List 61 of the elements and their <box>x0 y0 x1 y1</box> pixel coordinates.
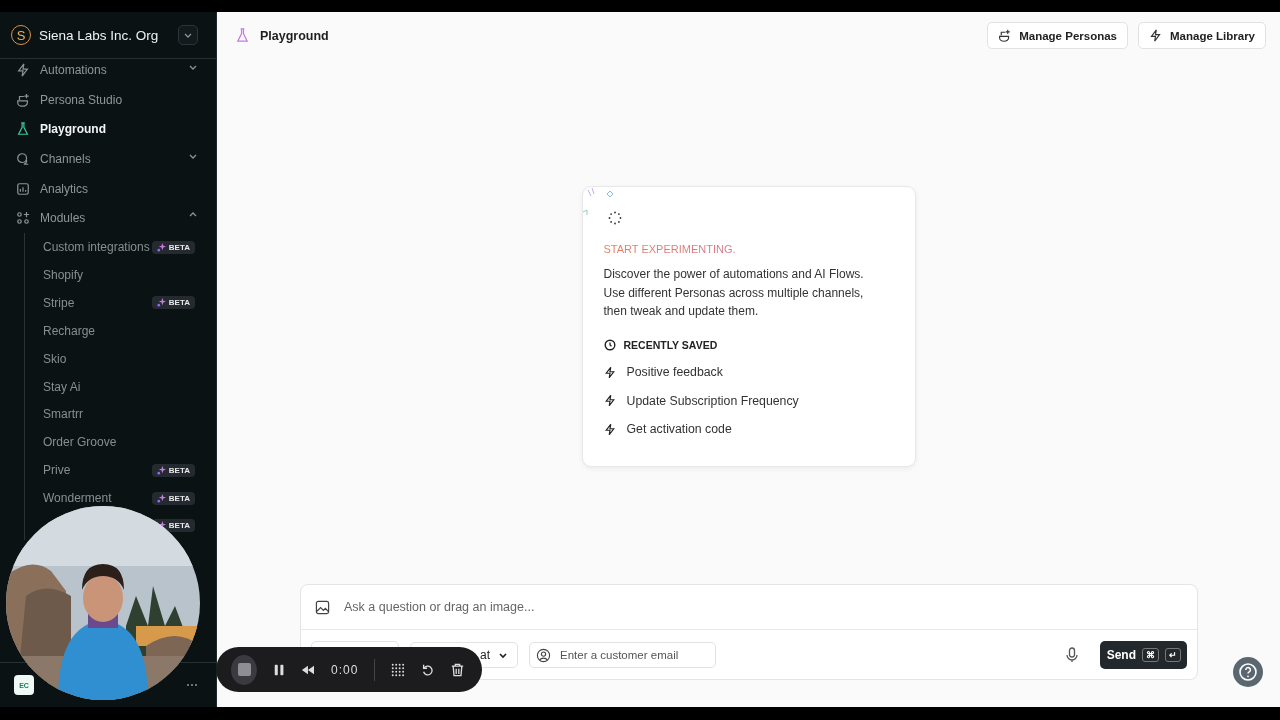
trash-icon[interactable] <box>451 661 464 678</box>
nav-subitem[interactable]: Prive BETA <box>25 456 216 485</box>
chat-icon <box>16 151 30 166</box>
org-name: Siena Labs Inc. Org <box>39 27 160 43</box>
manage-library-button[interactable]: Manage Library <box>1138 22 1266 49</box>
beta-badge: BETA <box>151 296 195 310</box>
dropdown-value[interactable]: at <box>480 647 508 662</box>
nav-item[interactable]: Persona Studio <box>0 84 216 115</box>
beta-badge: BETA <box>151 240 195 254</box>
chart-icon <box>16 181 30 196</box>
sparkle-icon <box>156 465 166 475</box>
more-icon[interactable] <box>186 683 198 687</box>
send-button[interactable]: Send ⌘ ↵ <box>1099 640 1187 669</box>
card-description: Discover the power of automations and AI Flows. Use different Personas across multiple channels, then tweak and update them. <box>603 266 865 320</box>
persona-icon <box>998 29 1012 42</box>
bolt-icon <box>16 62 30 77</box>
nav-item[interactable]: Analytics <box>0 173 216 204</box>
persona-icon <box>16 92 30 107</box>
nav-item[interactable]: Playground <box>0 114 216 145</box>
flask-icon <box>16 122 30 137</box>
recent-heading: RECENTLY SAVED <box>623 338 718 351</box>
modules-icon <box>16 211 30 226</box>
loading-icon <box>607 211 622 225</box>
bolt-icon <box>603 394 616 407</box>
beta-badge: BETA <box>151 491 195 505</box>
email-field[interactable]: Enter a customer email <box>529 641 716 668</box>
nav-subitem[interactable]: Wonderment BETA <box>25 484 216 513</box>
nav-item[interactable]: Modules <box>0 203 216 234</box>
grid-icon[interactable] <box>391 661 406 678</box>
stop-button[interactable] <box>231 654 257 685</box>
nav-subitem[interactable]: Shopify <box>25 261 216 289</box>
nav-subitem[interactable]: Stay Ai <box>25 372 216 401</box>
nav-subitem[interactable]: Recharge <box>25 316 216 345</box>
bolt-icon <box>603 365 616 379</box>
question-field[interactable]: Ask a question or drag an image... <box>342 599 1183 615</box>
microphone-icon[interactable] <box>1064 646 1079 663</box>
nav-subitem[interactable]: Order Groove <box>25 428 216 457</box>
nav-subitem[interactable]: Skio <box>25 344 216 373</box>
page-title: Playground <box>260 28 329 43</box>
nav-item[interactable]: Channels <box>0 144 216 174</box>
image-icon[interactable] <box>315 599 330 615</box>
manage-personas-button[interactable]: Manage Personas <box>987 22 1128 49</box>
beta-badge: BETA <box>151 463 195 477</box>
sparkle-icon <box>156 298 166 308</box>
pause-icon[interactable] <box>273 662 286 677</box>
bolt-icon <box>1149 29 1162 42</box>
recording-time: 0:00 <box>331 662 359 677</box>
flask-icon <box>235 28 250 43</box>
recent-item[interactable]: Update Subscription Frequency <box>603 393 895 408</box>
nav-subitem[interactable]: Custom integrations BETA <box>25 233 216 261</box>
recent-item[interactable]: Get activation code <box>603 422 895 436</box>
help-icon[interactable] <box>1233 657 1263 687</box>
clock-icon <box>603 338 616 351</box>
sparkle-icon <box>156 493 166 503</box>
recent-item[interactable]: Positive feedback <box>603 365 895 379</box>
nav-subitem[interactable]: Stripe BETA <box>25 288 216 317</box>
nav-item[interactable]: Automations <box>0 55 216 85</box>
sparkle-icon <box>156 242 166 252</box>
user-icon <box>536 647 551 663</box>
bolt-icon <box>603 422 616 436</box>
nav-subitem[interactable]: Smartrr <box>25 400 216 429</box>
